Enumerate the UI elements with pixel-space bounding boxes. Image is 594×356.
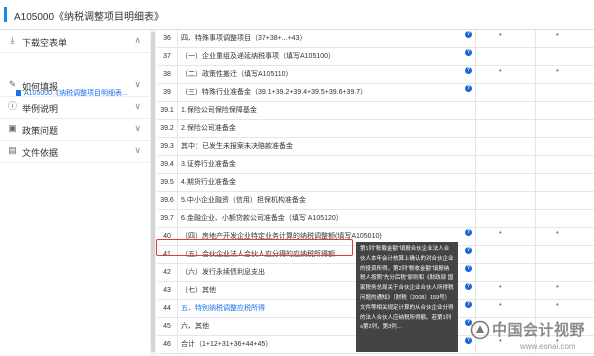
row-number: 39.1 <box>157 102 178 119</box>
sidebar-item-policy[interactable]: ▣ 政策问题 ∨ <box>0 118 150 141</box>
row-number: 42 <box>157 264 178 281</box>
row-label: 六、其他 <box>181 323 209 330</box>
chevron-down-icon: ∨ <box>134 79 141 89</box>
table-row: 39.7 6.金融企业、小额贷款公司准备金（填写 A105120） <box>157 210 594 228</box>
help-icon[interactable]: ? <box>465 301 472 308</box>
help-icon[interactable]: ? <box>465 265 472 272</box>
cell-col1: * <box>499 33 502 40</box>
row-label: 5.中小企业融资（信用）担保机构准备金 <box>181 197 306 204</box>
row-label: （六）发行永续债利息支出 <box>181 269 265 276</box>
watermark-text: 中国会计视野 <box>492 322 586 339</box>
table-row: 39.3 其中：已发生未报案未决赔款准备金 <box>157 138 594 156</box>
row-label: （七）其他 <box>181 287 216 294</box>
row-number: 39.4 <box>157 156 178 173</box>
row-label: 1.保险公司保险保障基金 <box>181 107 257 114</box>
row-label: 合计（1+12+31+36+44+45） <box>181 341 273 348</box>
title-accent-bar <box>4 7 7 22</box>
row-number: 37 <box>157 48 178 65</box>
table-row: 39.5 4.期货行业准备金 <box>157 174 594 192</box>
row-label: 2.保险公司准备金 <box>181 125 236 132</box>
help-icon[interactable]: ? <box>465 67 472 74</box>
table-row: 39.2 2.保险公司准备金 <box>157 120 594 138</box>
help-icon[interactable]: ? <box>465 85 472 92</box>
chevron-down-icon: ∨ <box>134 123 141 133</box>
row-label: 五、特别纳税调整应税所得 <box>181 305 265 312</box>
download-icon: ⤓ <box>10 35 15 45</box>
page-title: A105000《纳税调整项目明细表》 <box>14 12 165 23</box>
row-label: （二）政策性搬迁（填写A105110） <box>181 71 293 78</box>
row-label: 3.证券行业准备金 <box>181 161 236 168</box>
table-row: 36 四、特殊事项调整项目（37+38+...+43）? * * <box>157 30 594 48</box>
sidebar-item-label: 下载空表单 <box>22 38 68 48</box>
watermark-url: www.esnai.com <box>520 342 576 351</box>
sidebar-item-howto[interactable]: ✎ 如何填报 ∨ <box>0 74 150 97</box>
row-label: 4.期货行业准备金 <box>181 179 236 186</box>
table-row: 39 （三）特殊行业准备金（39.1+39.2+39.4+39.5+39.6+39… <box>157 84 594 102</box>
sidebar-item-examples[interactable]: ⓘ 举例说明 ∨ <box>0 96 150 119</box>
sidebar-item-label: 文件依据 <box>22 148 59 158</box>
sidebar: ⤓ 下载空表单 ∧ A105000《纳税调整项目明细表... ✎ 如何填报 ∨ … <box>0 30 151 356</box>
help-icon[interactable]: ? <box>465 247 472 254</box>
row-number: 39 <box>157 84 178 101</box>
help-icon[interactable]: ? <box>465 229 472 236</box>
cell-col1: * <box>499 231 502 238</box>
sidebar-item-docs[interactable]: ▤ 文件依据 ∨ <box>0 140 150 163</box>
help-icon[interactable]: ? <box>465 49 472 56</box>
cell-col1: * <box>499 285 502 292</box>
document-icon: ▤ <box>8 145 17 155</box>
row-label: （一）企业重组及递延纳税事项（填写A105100） <box>181 53 336 60</box>
cell-col2: * <box>556 303 559 310</box>
table-row: 39.1 1.保险公司保险保障基金 <box>157 102 594 120</box>
row-number: 39.3 <box>157 138 178 155</box>
cell-col2: * <box>556 33 559 40</box>
row-41-highlight <box>156 239 353 256</box>
row-label: 6.金融企业、小额贷款公司准备金（填写 A105120） <box>181 215 343 222</box>
logo-icon <box>470 320 490 340</box>
scrollbar-thumb[interactable] <box>151 32 155 352</box>
table-row: 39.4 3.证券行业准备金 <box>157 156 594 174</box>
chevron-up-icon: ∧ <box>134 35 141 45</box>
row-number: 39.2 <box>157 120 178 137</box>
info-icon: ⓘ <box>8 101 18 111</box>
table-row: 37 （一）企业重组及递延纳税事项（填写A105100）? <box>157 48 594 66</box>
table-row: 38 （二）政策性搬迁（填写A105110）? * * <box>157 66 594 84</box>
cell-col2: * <box>556 69 559 76</box>
sidebar-item-download[interactable]: ⤓ 下载空表单 ∧ <box>0 30 150 53</box>
sidebar-item-label: 政策问题 <box>22 126 59 136</box>
row-number: 46 <box>157 336 178 353</box>
row-number: 39.7 <box>157 210 178 227</box>
row-number: 36 <box>157 30 178 47</box>
table-row: 39.6 5.中小企业融资（信用）担保机构准备金 <box>157 192 594 210</box>
help-tooltip: 第1列“账载金额”填报合伙企业法人合伙人本年会计核算上确认的对合伙企业的投资所得… <box>356 242 458 352</box>
cell-col1: * <box>499 69 502 76</box>
row-label: （三）特殊行业准备金（39.1+39.2+39.4+39.5+39.6+39.7… <box>181 89 368 96</box>
sidebar-item-label: 如何填报 <box>22 82 59 92</box>
pencil-icon: ✎ <box>8 79 17 89</box>
row-number: 43 <box>157 282 178 299</box>
row-number: 38 <box>157 66 178 83</box>
help-icon[interactable]: ? <box>465 31 472 38</box>
folder-icon: ▣ <box>8 123 17 133</box>
row-label: 四、特殊事项调整项目（37+38+...+43） <box>181 35 307 42</box>
cell-col2: * <box>556 285 559 292</box>
row-number: 39.6 <box>157 192 178 209</box>
chevron-down-icon: ∨ <box>134 101 141 111</box>
sidebar-item-label: 举例说明 <box>22 104 59 114</box>
cell-col1: * <box>499 303 502 310</box>
row-number: 44 <box>157 300 178 317</box>
title-bar: A105000《纳税调整项目明细表》 <box>0 0 594 30</box>
row-label: 其中：已发生未报案未决赔款准备金 <box>181 143 293 150</box>
row-number: 39.5 <box>157 174 178 191</box>
scrollbar[interactable] <box>150 30 156 356</box>
help-icon[interactable]: ? <box>465 283 472 290</box>
chevron-down-icon: ∨ <box>134 145 141 155</box>
row-number: 45 <box>157 318 178 335</box>
watermark: 中国会计视野 www.esnai.com <box>470 316 590 356</box>
cell-col2: * <box>556 231 559 238</box>
